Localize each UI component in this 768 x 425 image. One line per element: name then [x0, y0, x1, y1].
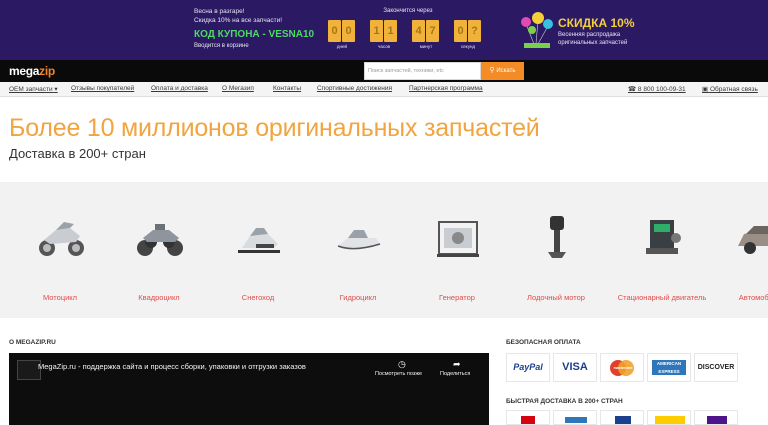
delivery-logo-mark	[707, 416, 727, 424]
car-icon	[738, 226, 768, 254]
main-nav: OEM запчасти ▾ Отзывы покупателей Оплата…	[0, 82, 768, 97]
timer-hours: 11 часов	[370, 20, 398, 49]
dhl-yellow-logo	[647, 410, 691, 425]
timer-label: минут	[419, 44, 433, 49]
timer-digit: 1	[384, 20, 397, 42]
hero-title: Более 10 миллионов оригинальных запчасте…	[9, 114, 540, 142]
nav-item-partners[interactable]: Партнерская программа	[409, 85, 483, 92]
engine-icon	[646, 220, 681, 254]
timer-digit: 4	[412, 20, 425, 42]
fedex-logo	[694, 410, 738, 425]
phone-number: 8 800 100-09-31	[637, 86, 686, 93]
category-label: Гидроцикл	[339, 293, 377, 302]
nav-item-sports[interactable]: Спортивные достижения	[317, 85, 392, 92]
category-label: Квадроцикл	[138, 293, 180, 302]
timer-digit: ?	[468, 20, 481, 42]
logo-prefix: mega	[9, 64, 40, 78]
dhl-logo	[506, 410, 550, 425]
sale-title: СКИДКА 10%	[558, 16, 635, 30]
feedback-link[interactable]: ▣ Обратная связь	[702, 85, 758, 93]
timer-days: 00 дней	[328, 20, 356, 49]
timer-label: секунд	[460, 44, 476, 49]
outboard-motor-icon	[548, 216, 566, 258]
timer-digit: 0	[328, 20, 341, 42]
mastercard-wordmark: mastercard	[613, 366, 633, 370]
mastercard-logo: mastercard	[600, 353, 644, 382]
timer-label: дней	[336, 44, 348, 49]
generator-icon	[437, 221, 479, 257]
timer-digit: 1	[370, 20, 383, 42]
nav-item-payment[interactable]: Оплата и доставка	[151, 85, 208, 92]
category-label: Автомобиль	[738, 293, 768, 302]
delivery-logo-mark	[655, 416, 685, 424]
category-label: Снегоход	[241, 293, 275, 302]
visa-logo: VISA	[553, 353, 597, 382]
about-heading: О MEGAZIP.RU	[9, 339, 56, 346]
promo-banner[interactable]: Весна в разгаре! Скидка 10% на все запча…	[0, 0, 768, 60]
phone-link[interactable]: ☎ 8 800 100-09-31	[628, 85, 686, 93]
hero-subtitle: Доставка в 200+ стран	[9, 146, 146, 161]
category-label: Лодочный мотор	[527, 293, 585, 302]
discover-logo: DISCOVER	[694, 353, 738, 382]
clock-icon[interactable]: ◷	[398, 359, 406, 370]
timer-label: часов	[377, 44, 391, 49]
nav-item-oem[interactable]: OEM запчасти ▾	[9, 85, 58, 93]
category-strip: Мотоцикл Квадроцикл Снегоход Гидроцикл Г…	[0, 182, 768, 318]
promo-line-2: Скидка 10% на все запчасти!	[194, 17, 283, 24]
category-label: Мотоцикл	[42, 293, 78, 302]
delivery-heading: БЫСТРАЯ ДОСТАВКА В 200+ СТРАН	[506, 398, 623, 405]
search-button[interactable]: ⚲ Искать	[481, 62, 524, 80]
atv-icon	[137, 224, 183, 256]
paypal-logo: PayPal	[506, 353, 550, 382]
snowmobile-icon	[238, 228, 280, 253]
usps-logo	[600, 410, 644, 425]
search-icon: ⚲	[489, 67, 495, 74]
timer-minutes: 47 минут	[412, 20, 440, 49]
motorcycle-icon	[39, 222, 84, 256]
logo[interactable]: megazip	[9, 64, 55, 78]
delivery-logo-mark	[615, 416, 631, 424]
promo-text: Весна в разгаре! Скидка 10% на все запча…	[194, 7, 282, 25]
chevron-down-icon: ▾	[54, 86, 58, 93]
share-button[interactable]: Поделиться	[440, 371, 470, 377]
coupon-code: КОД КУПОНА - VESNA10	[194, 29, 315, 40]
delivery-logo-mark	[521, 416, 535, 424]
jetski-icon	[337, 230, 381, 250]
payment-heading: БЕЗОПАСНАЯ ОПЛАТА	[506, 339, 581, 346]
balloons-icon	[521, 12, 553, 48]
nav-item-reviews[interactable]: Отзывы покупателей	[71, 85, 134, 92]
promo-line-1: Весна в разгаре!	[194, 8, 245, 15]
nav-item-contacts[interactable]: Контакты	[273, 85, 301, 92]
chat-icon: ▣	[702, 86, 709, 93]
timer-digit: 0	[454, 20, 467, 42]
phone-icon: ☎	[628, 86, 637, 93]
watch-later-button[interactable]: Посмотреть позже	[375, 371, 422, 377]
delivery-logo-mark	[565, 417, 587, 423]
share-icon[interactable]: ➦	[453, 359, 461, 370]
feedback-label: Обратная связь	[709, 86, 758, 93]
amex-logo: AMERICAN EXPRESS	[647, 353, 691, 382]
timer-title: Закончится через	[383, 8, 433, 14]
search-input[interactable]: Поиск запчастей, техники, etc	[364, 62, 481, 80]
category-label: Стационарный двигатель	[617, 293, 707, 302]
nav-item-about[interactable]: О Мегазип	[222, 85, 254, 92]
countdown-timer: 00 дней 11 часов 47 минут 0? секунд	[328, 20, 488, 60]
sale-subtitle: Весенняя распродажа оригинальных запчаст…	[558, 32, 628, 46]
video-player[interactable]: MegaZip.ru - поддержка сайта и процесс с…	[9, 353, 489, 425]
search-button-label: Искать	[496, 68, 516, 74]
nav-item-label: OEM запчасти	[9, 86, 53, 93]
timer-digit: 0	[342, 20, 355, 42]
ems-logo	[553, 410, 597, 425]
top-header: megazip Поиск запчастей, техники, etc ⚲ …	[0, 60, 768, 82]
category-label: Генератор	[439, 293, 475, 302]
coupon-note: Вводится в корзине	[194, 43, 249, 49]
logo-suffix: zip	[39, 64, 55, 78]
amex-wordmark: AMERICAN EXPRESS	[652, 360, 686, 375]
video-title[interactable]: MegaZip.ru - поддержка сайта и процесс с…	[38, 362, 306, 371]
timer-digit: 7	[426, 20, 439, 42]
timer-seconds: 0? секунд	[454, 20, 482, 49]
